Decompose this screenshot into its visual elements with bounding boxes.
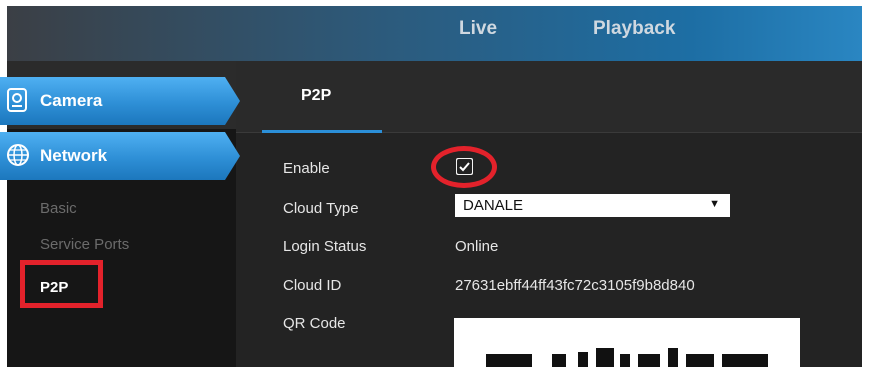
sidebar-item-network[interactable]: Network [0,132,240,180]
dropdown-arrow-icon: ▼ [709,198,720,210]
cloud-type-select[interactable]: DANALE ▼ [455,194,730,217]
nav-playback[interactable]: Playback [593,18,675,40]
cloud-type-value: DANALE [463,197,524,214]
sidebar-subitem-basic[interactable]: Basic [40,200,77,217]
qr-code-label: QR Code [283,315,346,332]
cloud-id-value: 27631ebff44ff43fc72c3105f9b8d840 [455,277,695,294]
tab-p2p-label: P2P [301,87,332,104]
enable-label: Enable [283,160,330,177]
login-status-value: Online [455,238,499,255]
sidebar-item-camera-label: Camera [40,91,103,110]
network-globe-icon [6,143,29,167]
nav-live[interactable]: Live [459,18,497,40]
tab-active-underline [262,130,382,133]
cloud-id-label: Cloud ID [283,277,342,294]
top-navigation-bar: Live Playback [7,6,862,61]
sidebar-item-camera[interactable]: Camera [0,77,240,125]
tab-p2p[interactable]: P2P [262,61,382,133]
enable-highlight-circle [431,146,497,188]
camera-icon [6,88,28,112]
sidebar-subitem-service-ports[interactable]: Service Ports [40,236,129,253]
tab-bar: P2P [236,61,862,133]
cloud-type-label: Cloud Type [283,200,359,217]
login-status-label: Login Status [283,238,367,255]
p2p-highlight-box [20,260,103,308]
qr-code-image [454,318,800,367]
sidebar-item-network-label: Network [40,146,108,165]
